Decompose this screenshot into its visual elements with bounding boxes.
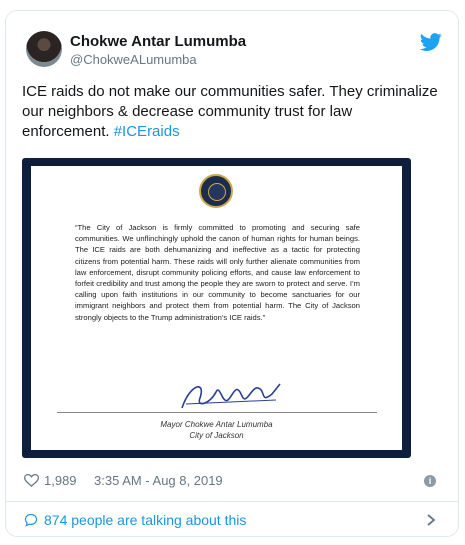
signer-name: Mayor Chokwe Antar Lumumba [160, 420, 273, 429]
talking-count[interactable]: 874 people are talking about this [44, 512, 246, 528]
divider [6, 501, 458, 502]
chevron-right-icon[interactable] [426, 514, 436, 526]
like-count[interactable]: 1,989 [44, 473, 77, 488]
statement-letter: “The City of Jackson is firmly committed… [31, 166, 402, 450]
reply-bubble-icon [24, 513, 38, 527]
signer-city: City of Jackson [189, 431, 244, 440]
tweet-header: Chokwe Antar Lumumba @ChokweALumumba [22, 27, 442, 71]
tweet-meta: 1,989 3:35 AM - Aug 8, 2019 i [22, 472, 442, 490]
tweet-timestamp[interactable]: 3:35 AM - Aug 8, 2019 [94, 473, 223, 488]
statement-body: “The City of Jackson is firmly committed… [75, 223, 360, 322]
author-name[interactable]: Chokwe Antar Lumumba [70, 33, 246, 50]
author-handle[interactable]: @ChokweALumumba [70, 52, 197, 67]
hashtag-link[interactable]: #ICEraids [114, 123, 180, 140]
conversation-link[interactable]: 874 people are talking about this [22, 508, 442, 532]
tweet-body: ICE raids do not make our communities sa… [22, 83, 438, 140]
tweet-text: ICE raids do not make our communities sa… [22, 82, 442, 142]
tweet-card: Chokwe Antar Lumumba @ChokweALumumba ICE… [5, 10, 459, 537]
signature-line [57, 412, 377, 413]
city-seal-icon [199, 174, 233, 208]
avatar[interactable] [26, 31, 62, 67]
twitter-bird-icon[interactable] [420, 31, 442, 53]
tweet-media-image[interactable]: “The City of Jackson is firmly committed… [22, 158, 411, 458]
info-icon[interactable]: i [424, 475, 436, 487]
heart-icon[interactable] [24, 473, 39, 488]
